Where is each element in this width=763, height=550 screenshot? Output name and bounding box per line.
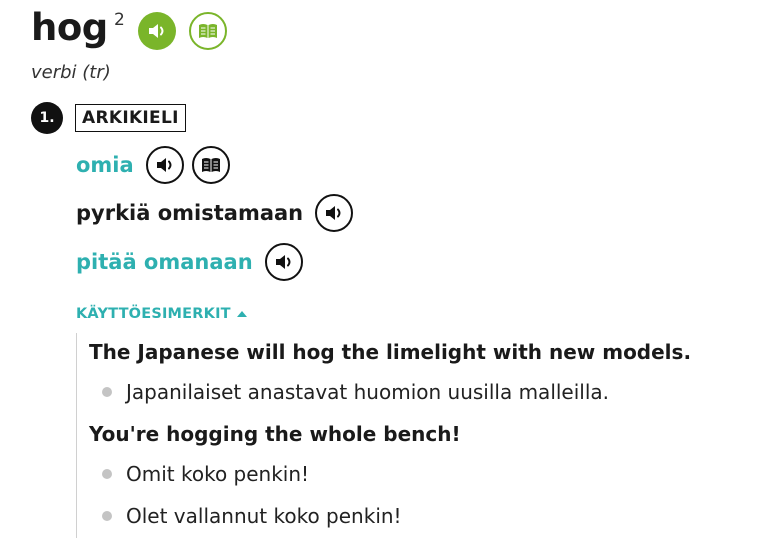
example-translation-text: Omit koko penkin! — [126, 462, 310, 486]
speaker-icon[interactable] — [264, 243, 303, 281]
headword: hog — [31, 6, 108, 49]
translation-row: omia — [76, 145, 230, 185]
part-of-speech: verbi (tr) — [31, 62, 111, 83]
example-translation: Omit koko penkin! — [102, 462, 309, 486]
speaker-icon[interactable] — [138, 12, 176, 50]
example-sentence: The Japanese will hog the limelight with… — [89, 340, 692, 364]
book-icon[interactable] — [189, 12, 227, 50]
book-icon[interactable] — [191, 146, 230, 184]
examples-toggle[interactable]: KÄYTTÖESIMERKIT — [76, 306, 247, 322]
examples-divider — [76, 333, 77, 538]
register-label: ARKIKIELI — [75, 104, 186, 132]
bullet-icon — [102, 511, 112, 521]
sense-number: 1. — [31, 102, 63, 134]
bullet-icon — [102, 469, 112, 479]
translation-row: pitää omanaan — [76, 242, 303, 282]
homograph-number: 2 — [114, 10, 125, 30]
translation-link[interactable]: pitää omanaan — [76, 250, 253, 274]
translation-row: pyrkiä omistamaan — [76, 193, 354, 233]
bullet-icon — [102, 387, 112, 397]
example-translation-text: Japanilaiset anastavat huomion uusilla m… — [126, 380, 610, 404]
translation-link[interactable]: omia — [76, 153, 134, 177]
example-translation-text: Olet vallannut koko penkin! — [126, 504, 402, 528]
example-translation: Olet vallannut koko penkin! — [102, 504, 402, 528]
example-translation: Japanilaiset anastavat huomion uusilla m… — [102, 380, 609, 404]
speaker-icon[interactable] — [145, 146, 184, 184]
translation-text: pyrkiä omistamaan — [76, 201, 304, 225]
speaker-icon[interactable] — [315, 194, 354, 232]
example-sentence: You're hogging the whole bench! — [89, 422, 461, 446]
examples-toggle-label: KÄYTTÖESIMERKIT — [76, 306, 231, 322]
caret-up-icon — [236, 311, 247, 317]
